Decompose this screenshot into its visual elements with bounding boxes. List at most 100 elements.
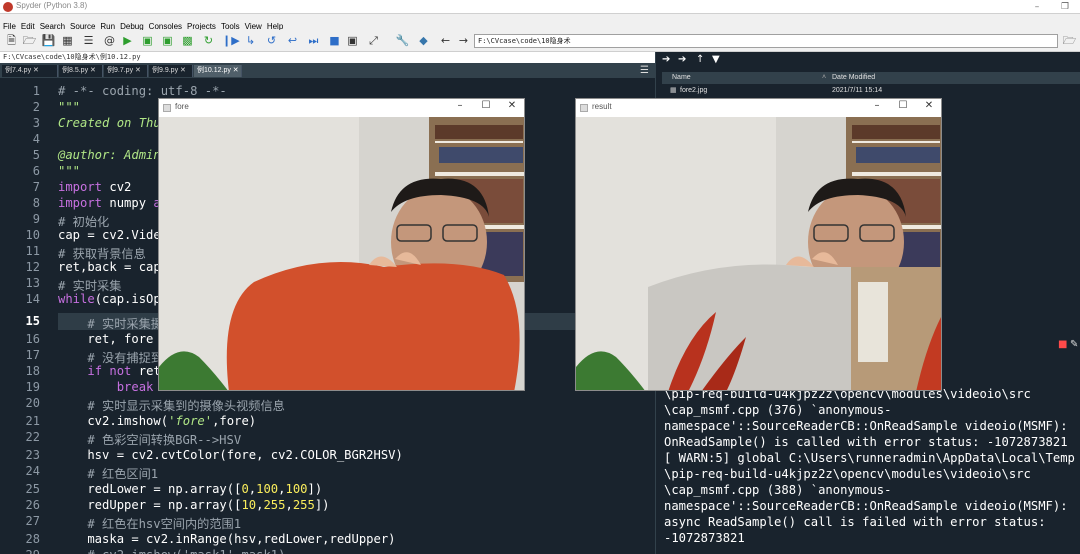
stop-console-icon[interactable]: ■ bbox=[1058, 339, 1067, 350]
back-arrow-icon[interactable]: ← bbox=[438, 33, 453, 48]
line-number: 25 bbox=[25, 482, 40, 496]
filter-icon[interactable]: ▼ bbox=[712, 54, 720, 65]
minimize-icon[interactable]: – bbox=[1023, 0, 1051, 14]
working-directory-input[interactable]: F:\CVcase\code\10隐身术 bbox=[474, 34, 1058, 48]
window-icon bbox=[163, 104, 171, 112]
maximize-pane-icon[interactable]: ▣ bbox=[345, 33, 360, 48]
tab-label: 例9.7.py bbox=[107, 67, 134, 74]
tab-file-active[interactable]: 例10.12.py ✕ bbox=[194, 65, 242, 77]
minimize-icon[interactable]: – bbox=[870, 100, 884, 111]
result-window[interactable]: result – ☐ ✕ bbox=[575, 98, 942, 391]
tab-label: 例7.4.py bbox=[5, 67, 32, 74]
console-line: namespace'::SourceReaderCB::OnReadSample… bbox=[664, 499, 1068, 513]
continue-icon[interactable]: ⏭ bbox=[306, 33, 321, 48]
fore-window-titlebar[interactable]: fore – ☐ ✕ bbox=[159, 99, 524, 117]
ipython-console-output[interactable]: \AppData\Local\Temp\pip-req-build-u4kjpz… bbox=[664, 370, 1080, 546]
at-icon[interactable]: @ bbox=[102, 33, 117, 48]
file-row[interactable]: ▦ fore2.jpg 2021/7/11 15:14 bbox=[662, 85, 1080, 97]
tabs-menu-icon[interactable]: ☰ bbox=[640, 65, 649, 76]
browse-folder-icon[interactable]: 🗁 bbox=[1062, 33, 1077, 48]
title-bar: Spyder (Python 3.8) – ❐ bbox=[0, 0, 1080, 14]
run-icon[interactable]: ▶ bbox=[120, 33, 135, 48]
fore-frame-image bbox=[159, 117, 524, 390]
code-line: # 实时显示采集到的摄像头视频信息 bbox=[87, 399, 285, 413]
save-icon[interactable]: 💾 bbox=[41, 33, 56, 48]
code-line: # 红色区间1 bbox=[87, 467, 159, 481]
file-browser-toolbar: ➔ ➔ ↑ ▼ bbox=[656, 52, 1080, 70]
tab-file-2[interactable]: 例8.5.py ✕ bbox=[59, 65, 103, 77]
console-line: \cap_msmf.cpp (376) `anonymous- bbox=[664, 403, 892, 417]
stop-icon[interactable]: ■ bbox=[327, 33, 342, 48]
code-line: if not ret: bbox=[87, 364, 169, 378]
file-name: fore2.jpg bbox=[680, 87, 708, 94]
code-line: redLower = np.array([0,100,100]) bbox=[58, 482, 323, 496]
close-icon[interactable]: ✕ bbox=[505, 100, 519, 111]
up-icon[interactable]: ↑ bbox=[696, 54, 704, 65]
column-date[interactable]: Date Modified bbox=[832, 72, 875, 84]
code-line: """ bbox=[58, 100, 81, 114]
line-number: 14 bbox=[25, 292, 40, 306]
minimize-icon[interactable]: – bbox=[453, 100, 467, 111]
restore-icon[interactable]: ❐ bbox=[1051, 0, 1079, 14]
code-line: """ bbox=[58, 164, 81, 178]
fullscreen-icon[interactable]: ⤢ bbox=[366, 33, 381, 48]
run-selection-icon[interactable]: ▩ bbox=[180, 33, 195, 48]
result-frame-image bbox=[576, 117, 941, 390]
line-number: 17 bbox=[25, 348, 40, 362]
sort-indicator-icon: ˄ bbox=[822, 74, 827, 81]
line-number: 12 bbox=[25, 260, 40, 274]
preferences-icon[interactable]: 🔧 bbox=[395, 33, 410, 48]
line-number: 8 bbox=[32, 196, 40, 210]
line-number: 28 bbox=[25, 532, 40, 546]
new-file-icon[interactable]: 🗎 bbox=[4, 33, 19, 48]
open-file-icon[interactable]: 🗁 bbox=[22, 33, 37, 48]
line-number: 27 bbox=[25, 514, 40, 528]
list-icon[interactable]: ☰ bbox=[81, 33, 96, 48]
maximize-icon[interactable]: ☐ bbox=[896, 100, 910, 111]
tab-file-3[interactable]: 例9.7.py ✕ bbox=[104, 65, 148, 77]
back-icon[interactable]: ➔ bbox=[662, 54, 670, 65]
fore-camera-frame bbox=[159, 117, 524, 390]
forward-arrow-icon[interactable]: → bbox=[456, 33, 471, 48]
step-return-icon[interactable]: ↩ bbox=[285, 33, 300, 48]
tab-file-1[interactable]: 例7.4.py ✕ bbox=[2, 65, 58, 77]
line-number: 29 bbox=[0, 548, 40, 554]
breadcrumb: F:\CVcase\code\10隐身术\例10.12.py bbox=[0, 52, 655, 63]
console-options-icon[interactable]: ✎ bbox=[1070, 339, 1078, 350]
line-number: 6 bbox=[32, 164, 40, 178]
save-all-icon[interactable]: ▦ bbox=[60, 33, 75, 48]
window-title: Spyder (Python 3.8) bbox=[16, 1, 88, 10]
line-number: 1 bbox=[32, 84, 40, 98]
tab-label: 例9.9.py bbox=[152, 67, 179, 74]
tab-file-4[interactable]: 例9.9.py ✕ bbox=[149, 65, 193, 77]
result-window-titlebar[interactable]: result – ☐ ✕ bbox=[576, 99, 941, 117]
maximize-icon[interactable]: ☐ bbox=[479, 100, 493, 111]
code-line: # cv2.imshow('mask1',mask1) bbox=[58, 548, 285, 554]
step-icon[interactable]: ↳ bbox=[243, 33, 258, 48]
close-icon[interactable]: ✕ bbox=[922, 100, 936, 111]
console-line: [ WARN:5] global C:\Users\runneradmin\Ap… bbox=[664, 451, 1075, 465]
code-line: # -*- coding: utf-8 -*- bbox=[58, 84, 227, 98]
run-cell-icon[interactable]: ▣ bbox=[140, 33, 155, 48]
step-into-icon[interactable]: ↺ bbox=[264, 33, 279, 48]
line-number: 3 bbox=[32, 116, 40, 130]
spyder-logo-icon bbox=[3, 2, 13, 12]
forward-icon[interactable]: ➔ bbox=[678, 54, 686, 65]
code-line: # 色彩空间转换BGR-->HSV bbox=[87, 433, 242, 447]
code-line: redUpper = np.array([10,255,255]) bbox=[58, 498, 330, 512]
file-date: 2021/7/11 15:14 bbox=[832, 87, 883, 94]
console-line: \pip-req-build-u4kjpz2z\opencv\modules\v… bbox=[664, 467, 1031, 481]
line-number: 24 bbox=[25, 464, 40, 478]
toolbar: 🗎 🗁 💾 ▦ ☰ @ ▶ ▣ ▣ ▩ ↻ ❙▶ ↳ ↺ ↩ ⏭ ■ ▣ ⤢ 🔧… bbox=[0, 30, 1080, 52]
line-number: 18 bbox=[25, 364, 40, 378]
line-number: 13 bbox=[25, 276, 40, 290]
line-number: 11 bbox=[25, 244, 40, 258]
debug-icon[interactable]: ❙▶ bbox=[222, 33, 240, 48]
line-number: 5 bbox=[32, 148, 40, 162]
fore-window[interactable]: fore – ☐ ✕ bbox=[158, 98, 525, 391]
column-name[interactable]: Name bbox=[672, 72, 691, 84]
rerun-icon[interactable]: ↻ bbox=[201, 33, 216, 48]
run-cell-advance-icon[interactable]: ▣ bbox=[160, 33, 175, 48]
code-line: hsv = cv2.cvtColor(fore, cv2.COLOR_BGR2H… bbox=[58, 448, 403, 462]
python-path-icon[interactable]: ◆ bbox=[416, 33, 431, 48]
